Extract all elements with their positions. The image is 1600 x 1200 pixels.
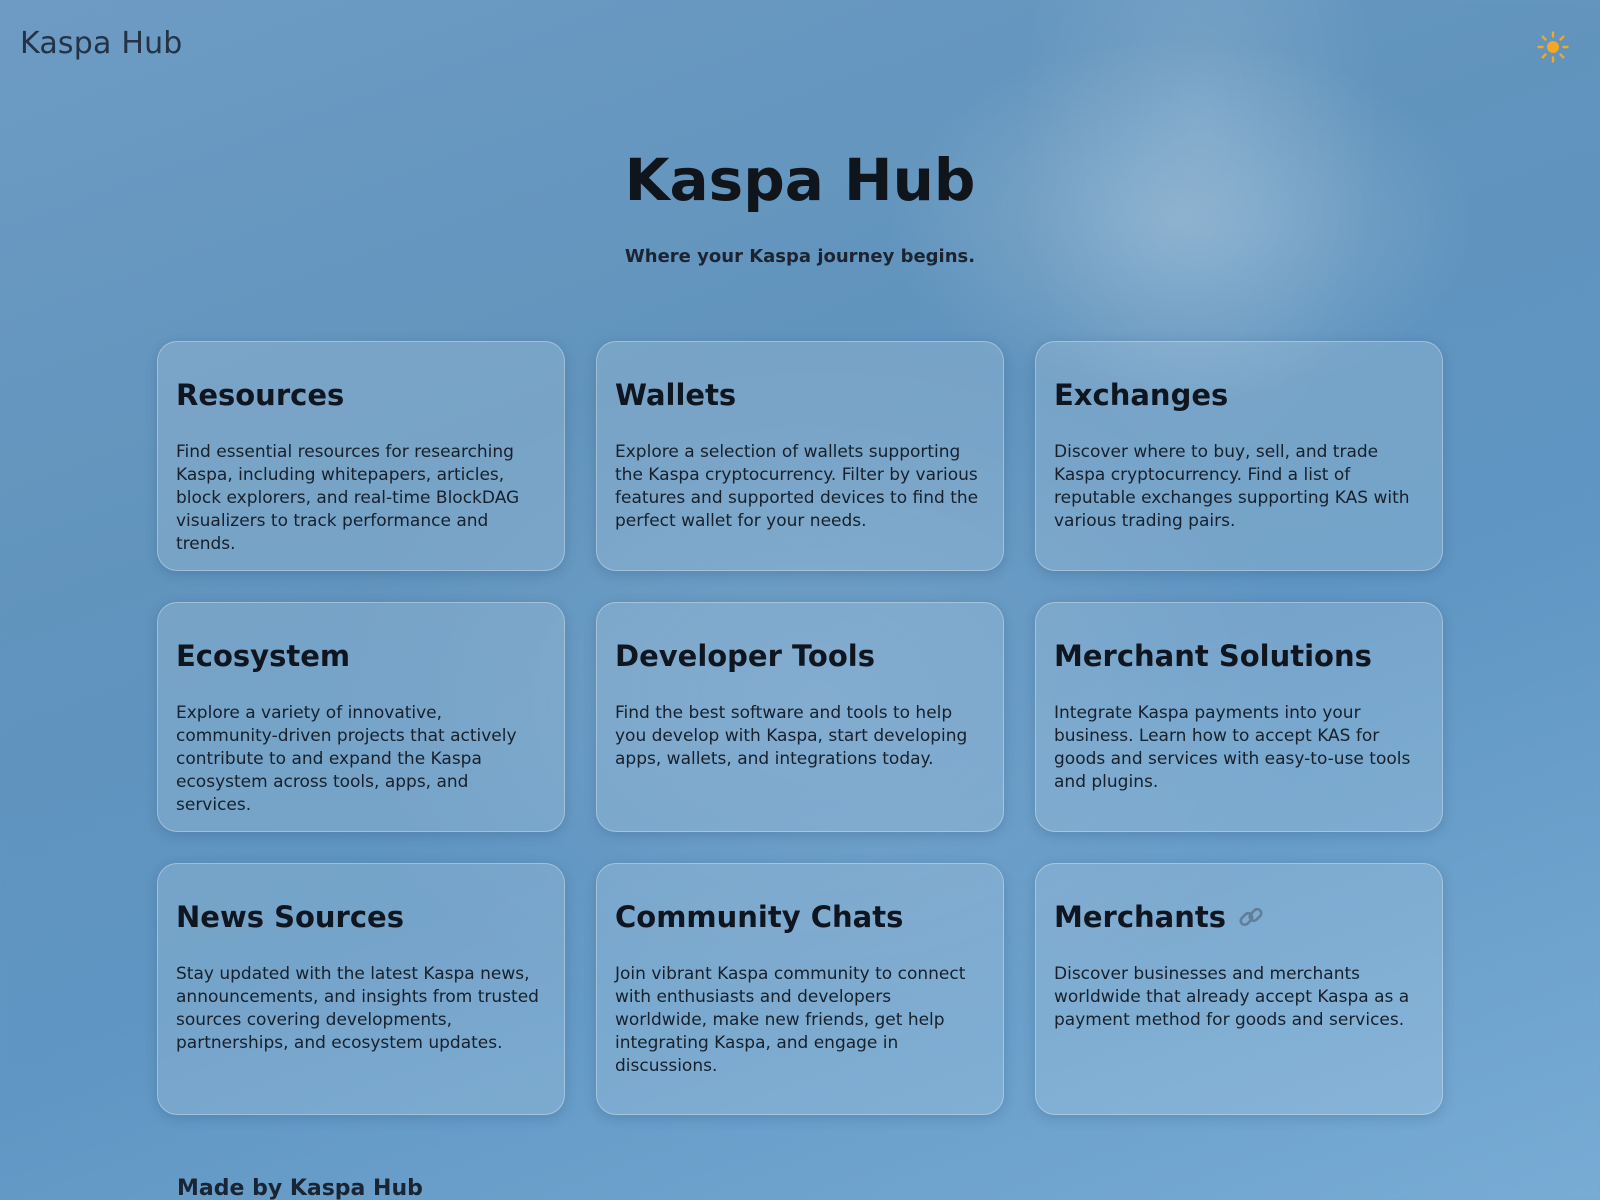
page-subtitle: Where your Kaspa journey begins. <box>624 246 976 267</box>
theme-toggle-button[interactable] <box>1536 30 1570 64</box>
card-title: Ecosystem <box>176 639 351 673</box>
card-exchanges[interactable]: Exchanges Discover where to buy, sell, a… <box>1035 341 1443 571</box>
card-description: Explore a selection of wallets supportin… <box>615 441 979 531</box>
page-title: Kaspa Hub <box>624 146 976 214</box>
card-wallets[interactable]: Wallets Explore a selection of wallets s… <box>596 341 1004 571</box>
card-community-chats[interactable]: Community Chats Join vibrant Kaspa commu… <box>596 863 1004 1115</box>
card-merchant-solutions[interactable]: Merchant Solutions Integrate Kaspa payme… <box>1035 602 1443 832</box>
card-title: Merchant Solutions <box>1054 639 1372 673</box>
card-title: Developer Tools <box>615 639 875 673</box>
card-description: Discover businesses and merchants worldw… <box>1054 963 1410 1030</box>
link-icon <box>1239 908 1263 927</box>
card-merchants[interactable]: Merchants Discover businesses and mercha… <box>1035 863 1443 1115</box>
card-title: Merchants <box>1054 900 1227 934</box>
footer-credit: Made by Kaspa Hub <box>177 1176 423 1200</box>
card-description: Find essential resources for researching… <box>176 441 520 554</box>
sun-icon <box>1537 31 1569 63</box>
card-news-sources[interactable]: News Sources Stay updated with the lates… <box>157 863 565 1115</box>
card-ecosystem[interactable]: Ecosystem Explore a variety of innovativ… <box>157 602 565 832</box>
card-description: Find the best software and tools to help… <box>615 702 968 769</box>
brand-logo-text[interactable]: Kaspa Hub <box>20 26 183 61</box>
card-title: Wallets <box>615 378 737 412</box>
card-title: News Sources <box>176 900 404 934</box>
card-title-row: Merchants <box>1054 900 1424 935</box>
card-description: Integrate Kaspa payments into your busin… <box>1054 702 1411 792</box>
card-title: Exchanges <box>1054 378 1229 412</box>
category-grid: Resources Find essential resources for r… <box>157 341 1443 1115</box>
card-description: Join vibrant Kaspa community to connect … <box>615 963 966 1076</box>
card-description: Discover where to buy, sell, and trade K… <box>1054 441 1410 531</box>
card-resources[interactable]: Resources Find essential resources for r… <box>157 341 565 571</box>
card-developer-tools[interactable]: Developer Tools Find the best software a… <box>596 602 1004 832</box>
card-description: Stay updated with the latest Kaspa news,… <box>176 963 539 1053</box>
card-title: Community Chats <box>615 900 904 934</box>
card-description: Explore a variety of innovative, communi… <box>176 702 517 815</box>
card-title: Resources <box>176 378 345 412</box>
